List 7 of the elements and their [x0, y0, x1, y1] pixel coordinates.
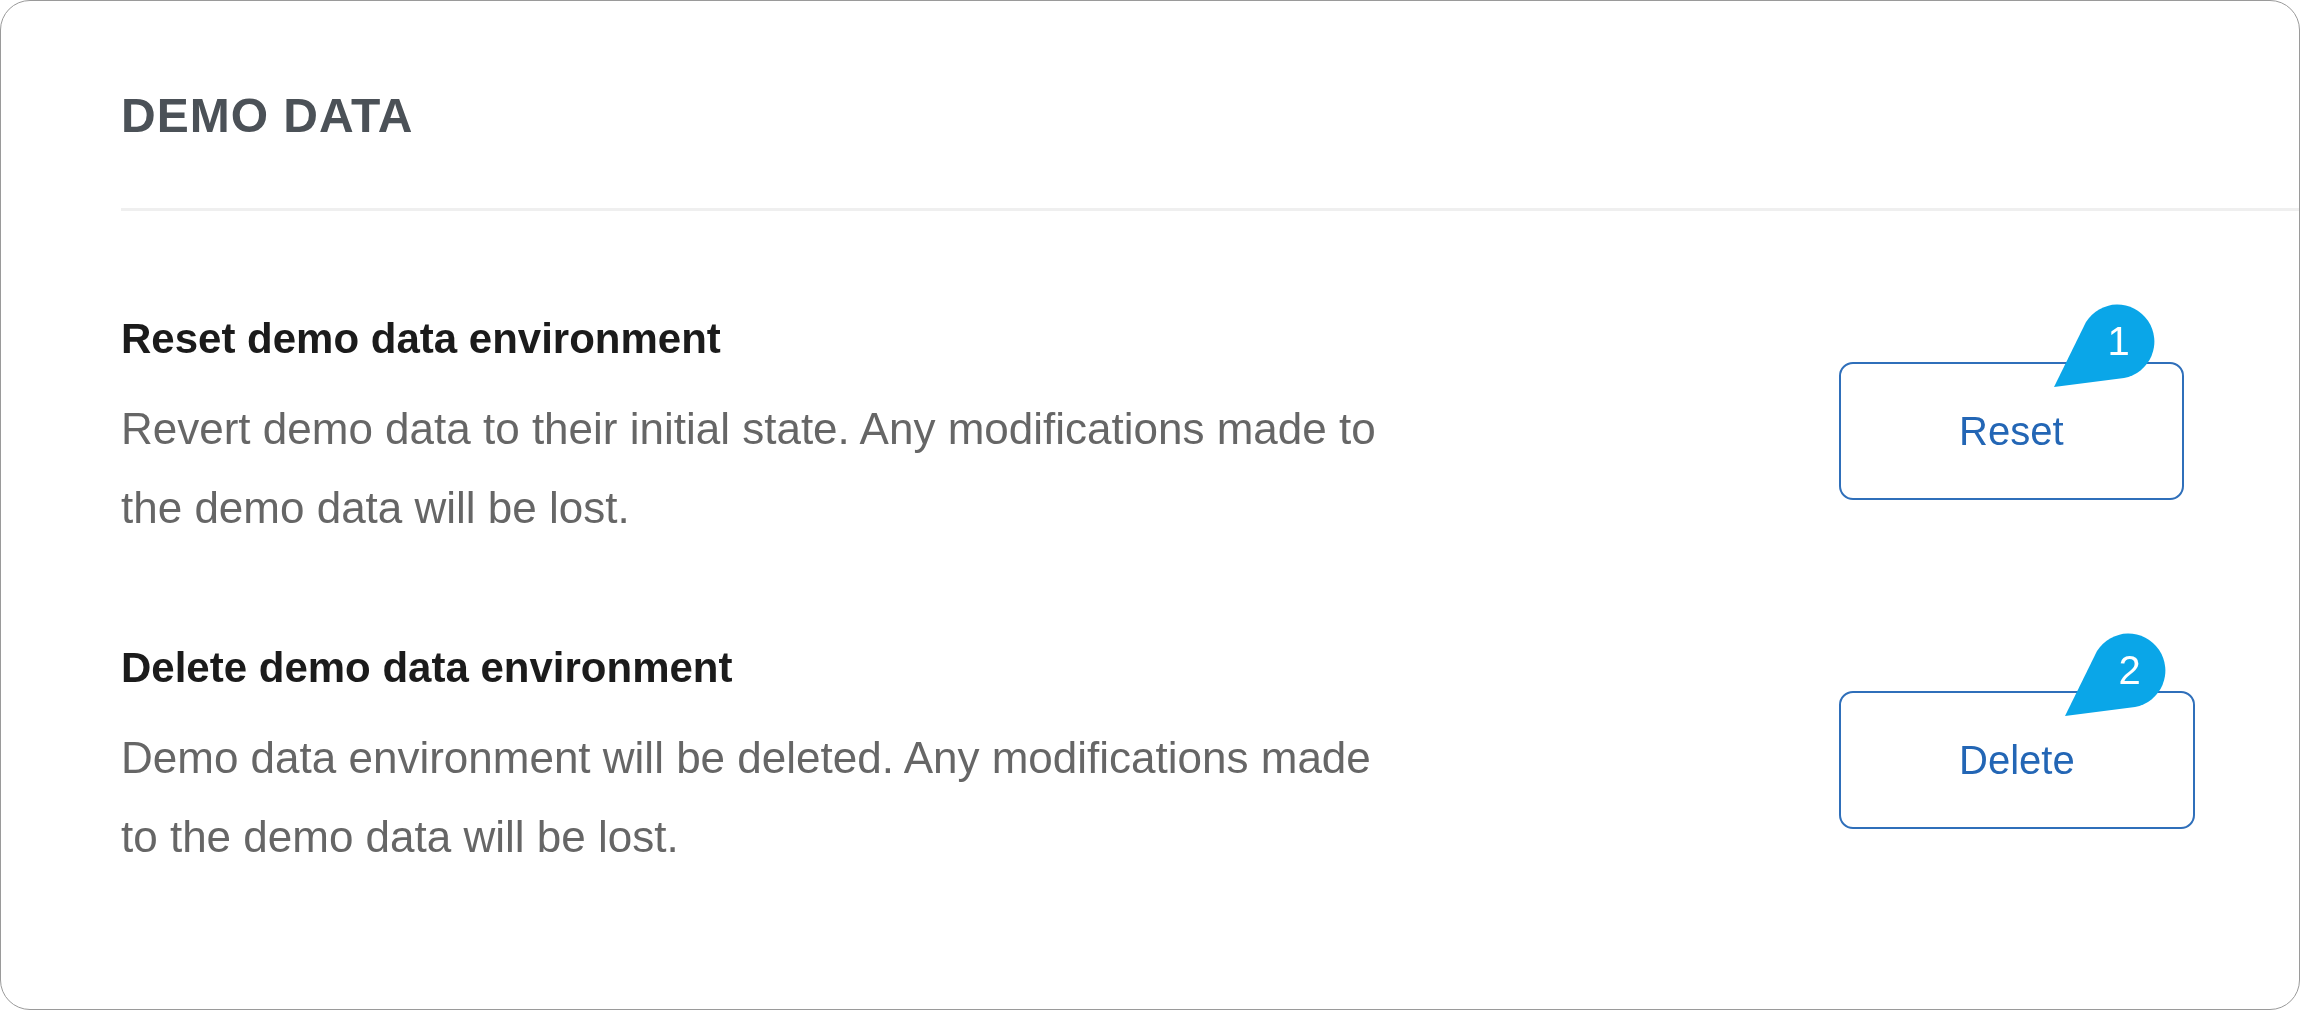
section-title: DEMO DATA [121, 88, 415, 144]
setting-title: Delete demo data environment [121, 643, 734, 693]
setting-description: Revert demo data to their initial state. Any modifications made to the demo data will be lost. [121, 403, 1377, 534]
setting-description: Demo data environment will be deleted. Any modifications made to the demo data will be lost. [121, 732, 1372, 863]
action-button[interactable]: Delete [1839, 690, 2195, 829]
setting-title: Reset demo data environment [121, 314, 722, 364]
action-button[interactable]: Reset [1839, 361, 2184, 500]
